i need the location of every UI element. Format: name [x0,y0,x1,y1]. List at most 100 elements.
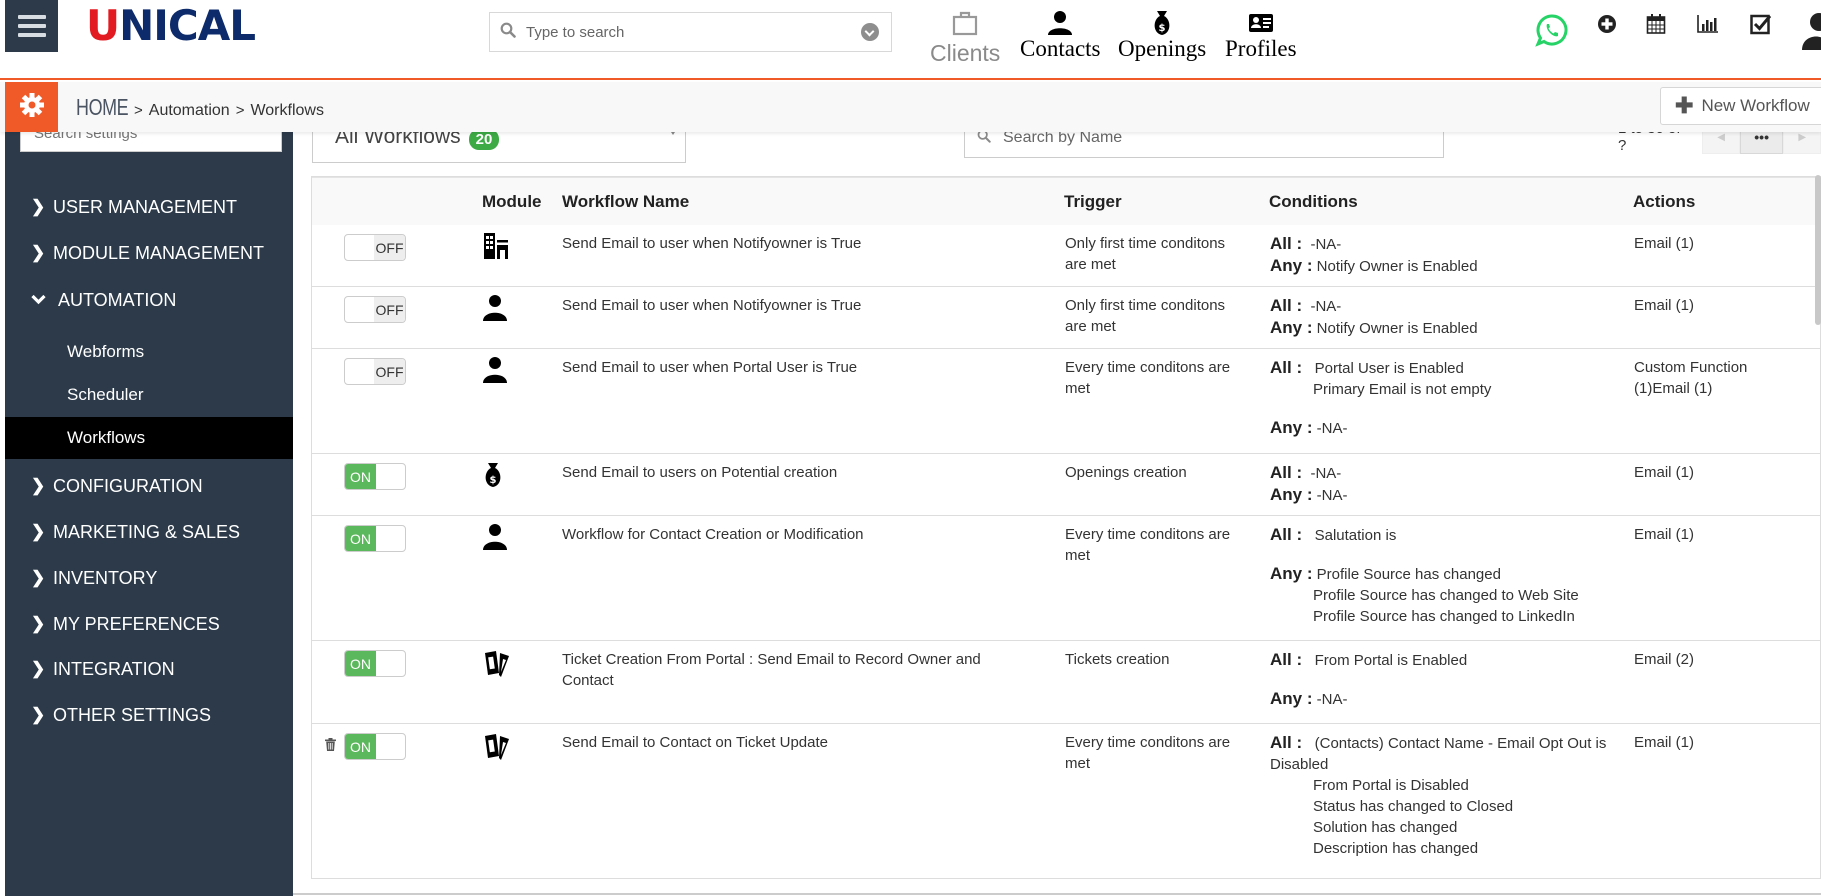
condition-item: -NA- [1302,298,1342,315]
workflow-name[interactable]: Workflow for Contact Creation or Modific… [562,524,1002,545]
nav-openings[interactable]: $ Openings [1118,8,1206,60]
conditions-all-label: All : [1270,463,1303,482]
sidebar-item-marketing-sales[interactable]: ❯ MARKETING & SALES [5,512,293,552]
conditions-any: Any : -NA- [1270,484,1630,506]
workflow-name[interactable]: Send Email to user when Portal User is T… [562,357,1002,378]
conditions-any-label: Any : [1270,256,1313,275]
condition-item: Salutation is [1302,527,1397,544]
condition-item: Notify Owner is Enabled [1312,258,1478,275]
search-dropdown-chevron-icon[interactable] [861,23,879,41]
sidebar-subitem-scheduler[interactable]: Scheduler [5,374,293,416]
breadcrumb-home[interactable]: HOME [76,94,129,121]
column-header-module: Module [482,192,542,211]
id-card-icon [1247,8,1275,38]
condition-item: -NA- [1302,236,1342,253]
conditions-all: All : (Contacts) Contact Name - Email Op… [1270,732,1630,775]
conditions-any-label: Any : [1270,418,1313,437]
workflow-name[interactable]: Send Email to user when Notifyowner is T… [562,233,1002,254]
global-search-box [489,12,892,52]
table-row[interactable]: ON Send Email to Contact on Ticket Update… [312,724,1820,878]
sidebar-item-label: MY PREFERENCES [53,613,220,634]
status-toggle[interactable]: ON [344,463,406,490]
money-bag-icon: $ [482,461,504,494]
sidebar-item-automation[interactable]: AUTOMATION [5,280,293,320]
search-icon [490,22,526,43]
breadcrumb-automation[interactable]: Automation [149,102,230,120]
conditions-any: Any : Profile Source has changed [1270,563,1630,585]
calendar-icon[interactable] [1646,13,1666,40]
conditions-all-label: All : [1270,650,1303,669]
money-bag-icon: $ [1151,8,1173,38]
chevron-down-icon [5,290,58,310]
sidebar-item-module-management[interactable]: ❯ MODULE MANAGEMENT [5,233,293,273]
global-search-input[interactable] [526,23,861,41]
chevron-right-icon: ❯ [31,568,46,587]
status-toggle[interactable]: ON [344,525,406,552]
table-row[interactable]: OFF Send Email to user when Portal User i… [312,349,1820,454]
workflow-conditions: All : Salutation is Any : Profile Source … [1270,524,1630,627]
table-row[interactable]: OFF Send Email to user when Notifyowner i… [312,225,1820,287]
table-scrollbar[interactable] [1815,175,1821,325]
sidebar-item-my-preferences[interactable]: ❯ MY PREFERENCES [5,604,293,644]
conditions-any: Any : Notify Owner is Enabled [1270,317,1630,339]
workflow-name[interactable]: Send Email to user when Notifyowner is T… [562,295,1002,316]
sidebar-item-inventory[interactable]: ❯ INVENTORY [5,558,293,598]
sidebar-item-other-settings[interactable]: ❯ OTHER SETTINGS [5,695,293,735]
status-toggle[interactable]: ON [344,733,406,760]
chevron-right-icon: ❯ [31,243,46,262]
condition-item: -NA- [1312,487,1348,504]
conditions-spacer [1270,546,1630,563]
bar-chart-icon[interactable] [1697,14,1719,39]
status-toggle[interactable]: ON [344,650,406,677]
workflow-name[interactable]: Send Email to Contact on Ticket Update [562,732,1002,753]
status-toggle[interactable]: OFF [344,234,406,261]
table-row[interactable]: OFF Send Email to user when Notifyowner i… [312,287,1820,349]
chevron-right-icon: ❯ [31,522,46,541]
sidebar-subitem-label: Workflows [67,428,146,447]
app-logo[interactable]: UNICAL [86,2,256,50]
breadcrumb-workflows: Workflows [250,102,324,119]
workflow-name[interactable]: Send Email to users on Potential creatio… [562,462,1002,483]
trash-icon[interactable] [325,738,336,756]
nav-profiles[interactable]: Profiles [1225,8,1297,60]
table-row[interactable]: ON $ Send Email to users on Potential crea… [312,454,1820,516]
nav-contacts[interactable]: Contacts [1020,8,1101,60]
condition-item: From Portal is Enabled [1302,652,1468,669]
sidebar-subitem-webforms[interactable]: Webforms [5,331,293,373]
condition-item: From Portal is Disabled [1313,777,1469,794]
sidebar-item-configuration[interactable]: ❯ CONFIGURATION [5,466,293,506]
sidebar-subitem-workflows[interactable]: Workflows [5,417,293,459]
workflow-name[interactable]: Ticket Creation From Portal : Send Email… [562,649,1002,691]
sidebar-item-label: INVENTORY [53,567,158,588]
table-row[interactable]: ON Workflow for Contact Creation or Modif… [312,516,1820,641]
table-row[interactable]: ON Ticket Creation From Portal : Send Ema… [312,641,1820,724]
workflow-actions: Email (2) [1634,651,1695,668]
sidebar-item-label: CONFIGURATION [53,475,203,496]
user-avatar-icon[interactable] [1800,12,1821,55]
conditions-all-label: All : [1270,525,1303,544]
hamburger-menu-button[interactable] [5,0,58,52]
settings-button[interactable] [5,82,58,132]
breadcrumb-separator: > [134,102,143,119]
conditions-all: All : Salutation is [1270,524,1630,546]
whatsapp-icon[interactable] [1535,13,1569,52]
checkbox-icon[interactable] [1750,13,1772,40]
condition-item: Notify Owner is Enabled [1312,320,1478,337]
chevron-right-icon: ❯ [31,659,46,678]
status-toggle[interactable]: OFF [344,358,406,385]
column-header-actions: Actions [1633,192,1696,211]
ticket-icon [482,731,512,766]
condition-item: Solution has changed [1313,819,1458,836]
status-toggle[interactable]: OFF [344,296,406,323]
nav-clients[interactable]: Clients [930,8,1000,65]
user-icon [1046,8,1074,38]
plus-circle-icon[interactable] [1597,14,1617,39]
workflow-conditions: All : -NA- Any : Notify Owner is Enabled [1270,233,1630,277]
sidebar-item-integration[interactable]: ❯ INTEGRATION [5,649,293,689]
settings-sidebar: ❯ USER MANAGEMENT ❯ MODULE MANAGEMENT AU… [5,110,293,896]
svg-text:$: $ [490,475,497,486]
menu-icon-bar [17,33,46,37]
new-workflow-button[interactable]: ✚ New Workflow [1660,87,1821,125]
sidebar-item-user-management[interactable]: ❯ USER MANAGEMENT [5,187,293,227]
conditions-all-label: All : [1270,234,1303,253]
